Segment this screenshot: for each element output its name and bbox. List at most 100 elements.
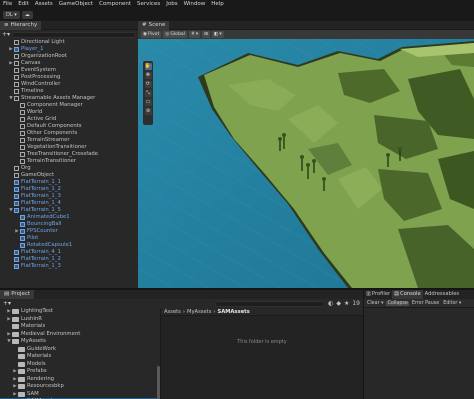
- console-button-0[interactable]: Clear ▾: [366, 301, 384, 306]
- scale-tool-icon[interactable]: ⤡: [144, 90, 152, 97]
- tab-profiler[interactable]: ▥ Profiler: [364, 290, 392, 299]
- project-folder-row[interactable]: Materials: [0, 323, 160, 331]
- hierarchy-search-input[interactable]: [12, 31, 136, 38]
- menu-item-help[interactable]: Help: [208, 0, 227, 9]
- project-folder-row[interactable]: ▶ LightingTest: [0, 308, 160, 316]
- hierarchy-row[interactable]: TreeTransitioner_Crossfade: [0, 151, 138, 158]
- breadcrumb-item[interactable]: SAMAssets: [217, 309, 249, 315]
- hierarchy-row[interactable]: RotatedCapsule1: [0, 242, 138, 249]
- project-folder-row[interactable]: ▶ Resourcesbkp: [0, 383, 160, 391]
- project-folder-row[interactable]: ▶ SAM: [0, 391, 160, 399]
- console-button-2[interactable]: Error Pause: [411, 301, 440, 306]
- tab-console[interactable]: ▤ Console: [392, 290, 423, 299]
- breadcrumb-item[interactable]: MyAssets: [187, 309, 211, 315]
- rotate-tool-icon[interactable]: ⟳: [144, 81, 152, 88]
- hierarchy-row[interactable]: Other Components: [0, 130, 138, 137]
- create-plus-icon[interactable]: +▾: [2, 31, 10, 38]
- move-tool-icon[interactable]: ✥: [144, 72, 152, 79]
- hierarchy-row[interactable]: PostProcessing: [0, 74, 138, 81]
- project-folder-row[interactable]: ▼ MyAssets: [0, 338, 160, 346]
- console-button-3[interactable]: Editor ▾: [442, 301, 462, 306]
- hierarchy-row[interactable]: FlatTerrain_1_3: [0, 263, 138, 270]
- hierarchy-row[interactable]: ▶ Canvas: [0, 60, 138, 67]
- gameobject-cube-icon: [20, 131, 25, 136]
- project-folder-row[interactable]: ▶ Medieval Environment: [0, 331, 160, 339]
- gameobject-cube-icon: [14, 187, 19, 192]
- project-folder-row[interactable]: ▶ LushInR: [0, 316, 160, 324]
- filter-type-icon[interactable]: ◐: [328, 300, 333, 307]
- hierarchy-row[interactable]: Pilot: [0, 235, 138, 242]
- gameobject-cube-icon: [20, 159, 25, 164]
- camera-toggle[interactable]: ◧ ▾: [212, 31, 224, 38]
- cloud-icon[interactable]: ☁: [21, 11, 33, 19]
- hierarchy-row[interactable]: TerrainStreamer: [0, 137, 138, 144]
- hierarchy-panel: ≡ Hierarchy +▾ ▼FlatWorld_PostConversion…: [0, 20, 474, 309]
- hierarchy-row[interactable]: OrganizationRoot: [0, 53, 138, 60]
- filter-label-icon[interactable]: ◆: [336, 300, 341, 307]
- tab-project[interactable]: ▤ Project: [0, 290, 35, 299]
- hierarchy-row[interactable]: ▶ Player_1: [0, 46, 138, 53]
- hierarchy-row[interactable]: TerrainTransitioner: [0, 158, 138, 165]
- hierarchy-row-label: Player_1: [21, 46, 44, 52]
- globe-icon: ◎: [165, 32, 170, 37]
- hierarchy-row[interactable]: FlatTerrain_1_3: [0, 193, 138, 200]
- breadcrumb-item[interactable]: Assets: [164, 309, 181, 315]
- global-toggle[interactable]: ◎ Global: [163, 31, 187, 38]
- project-panel: ▤ Project +▾ ◐ ◆ ★ 19 ▶ LightingTest ▶ Lush…: [0, 290, 363, 399]
- hierarchy-row[interactable]: GameObject: [0, 172, 138, 179]
- hierarchy-row[interactable]: VegetationTransitioner: [0, 144, 138, 151]
- gameobject-cube-icon: [20, 222, 25, 227]
- hierarchy-row[interactable]: Org: [0, 165, 138, 172]
- menu-item-file[interactable]: File: [0, 0, 15, 9]
- hierarchy-row[interactable]: ▼ Streamable Assets Manager: [0, 95, 138, 102]
- hierarchy-row[interactable]: ▶ FPSCounter: [0, 228, 138, 235]
- scene-viewport[interactable]: ✋ ✥ ⟳ ⤡ ▭ ⊕: [138, 39, 474, 288]
- hierarchy-row[interactable]: FlatTerrain_1_1: [0, 179, 138, 186]
- project-folder-row[interactable]: Models: [0, 361, 160, 369]
- console-button-1[interactable]: Collapse: [386, 300, 409, 306]
- project-folder-row[interactable]: Materials: [0, 353, 160, 361]
- tab-hierarchy[interactable]: ≡ Hierarchy: [0, 20, 42, 30]
- menu-item-jobs[interactable]: Jobs: [163, 0, 180, 9]
- hierarchy-row[interactable]: BouncingBall: [0, 221, 138, 228]
- create-asset-icon[interactable]: +▾: [3, 300, 11, 307]
- tab-scene[interactable]: # Scene: [138, 20, 170, 30]
- favorite-star-icon[interactable]: ★: [344, 300, 349, 307]
- hierarchy-row[interactable]: EventSystem: [0, 67, 138, 74]
- hierarchy-row[interactable]: Directional Light: [0, 39, 138, 46]
- menu-item-window[interactable]: Window: [181, 0, 209, 9]
- menu-item-edit[interactable]: Edit: [15, 0, 32, 9]
- menu-item-component[interactable]: Component: [96, 0, 134, 9]
- scene-grid-icon: #: [142, 21, 147, 28]
- account-dropdown[interactable]: DL ▾: [3, 11, 20, 19]
- hierarchy-row[interactable]: Active Grid: [0, 116, 138, 123]
- hierarchy-row[interactable]: FlatTerrain_4_1: [0, 249, 138, 256]
- rect-tool-icon[interactable]: ▭: [144, 99, 152, 106]
- project-folder-row[interactable]: ▶ Rendering: [0, 376, 160, 384]
- gameobject-cube-icon: [20, 117, 25, 122]
- hand-tool-icon[interactable]: ✋: [144, 63, 152, 70]
- hierarchy-row-label: FlatTerrain_1_4: [21, 200, 61, 206]
- project-search-input[interactable]: [215, 300, 326, 307]
- hierarchy-row[interactable]: FlatTerrain_1_2: [0, 256, 138, 263]
- tab-addressables[interactable]: Addressables: [423, 290, 461, 299]
- menu-item-assets[interactable]: Assets: [32, 0, 56, 9]
- hierarchy-row[interactable]: Default Components: [0, 123, 138, 130]
- hierarchy-row[interactable]: Component Manager: [0, 102, 138, 109]
- transform-tool-icon[interactable]: ⊕: [144, 108, 152, 115]
- grid-toggle[interactable]: # ▾: [188, 31, 201, 38]
- menu-item-gameobject[interactable]: GameObject: [56, 0, 96, 9]
- hierarchy-row[interactable]: AnimatedCube1: [0, 214, 138, 221]
- pivot-toggle[interactable]: ◉ Pivot: [141, 31, 162, 38]
- hierarchy-row[interactable]: World: [0, 109, 138, 116]
- snap-toggle[interactable]: ⊞: [202, 31, 210, 38]
- hierarchy-row[interactable]: Timeline: [0, 88, 138, 95]
- hierarchy-row[interactable]: WindController: [0, 81, 138, 88]
- hierarchy-row[interactable]: FlatTerrain_1_2: [0, 186, 138, 193]
- menu-item-services[interactable]: Services: [134, 0, 163, 9]
- hierarchy-row[interactable]: ▼ FlatTerrain_1_5: [0, 207, 138, 214]
- project-folder-row[interactable]: ▶ Prefabs: [0, 368, 160, 376]
- hierarchy-row-label: BouncingBall: [27, 221, 62, 227]
- project-folder-row[interactable]: GuideWork: [0, 346, 160, 354]
- hierarchy-row[interactable]: FlatTerrain_1_4: [0, 200, 138, 207]
